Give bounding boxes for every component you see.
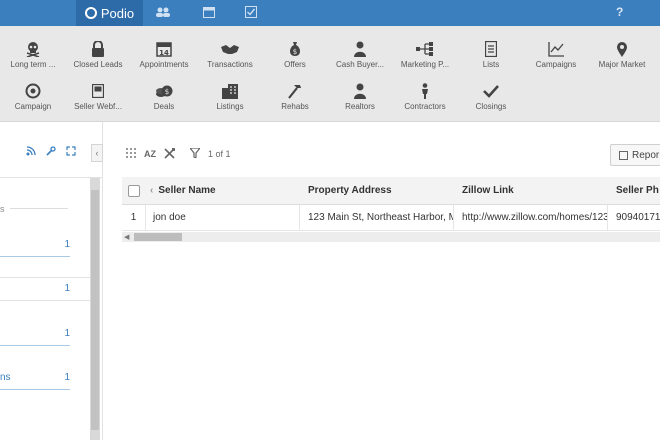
flow-icon [390, 38, 460, 60]
fullscreen-icon[interactable] [66, 146, 76, 159]
app-long-term[interactable]: Long term ... [0, 38, 68, 78]
map-pin-icon [587, 38, 657, 60]
buildings-icon [195, 80, 265, 102]
view-count: 1 [64, 283, 70, 294]
apps-toolbar: Long term ... Closed Leads 14 Appointmen… [0, 26, 660, 122]
view-underline [0, 389, 70, 390]
brand-name: Podio [100, 5, 135, 21]
scroll-left-icon[interactable]: ◀ [124, 233, 129, 241]
rss-icon[interactable] [26, 146, 36, 159]
view-toolbar: AZ 1 of 1 [126, 147, 231, 161]
help-button[interactable]: ? [616, 5, 623, 19]
view-item[interactable]: 1 [0, 239, 88, 255]
table-header: ‹ Seller Name Property Address Zillow Li… [122, 177, 660, 205]
report-button[interactable]: Repor [610, 144, 660, 166]
scrollbar-thumb[interactable] [134, 233, 182, 241]
left-panel: ‹ s 1 1 1 ns 1 [0, 122, 103, 440]
svg-text:$: $ [165, 88, 169, 96]
chevron-left-icon: ‹ [150, 185, 154, 196]
section-label: s [0, 204, 5, 214]
column-header-zillow-link[interactable]: Zillow Link [462, 177, 612, 204]
app-closings[interactable]: Closings [456, 80, 526, 120]
tasks-nav-icon[interactable] [244, 6, 258, 20]
cell-seller-phone[interactable]: 90940171 [608, 205, 660, 230]
section-divider [10, 208, 68, 209]
skull-icon [0, 38, 68, 60]
left-panel-divider [0, 177, 103, 178]
check-icon [456, 80, 526, 102]
app-lists[interactable]: Lists [456, 38, 526, 78]
app-closed-leads[interactable]: Closed Leads [63, 38, 133, 78]
app-rehabs[interactable]: Rehabs [260, 80, 330, 120]
filter-count: 1 of 1 [208, 149, 231, 159]
column-header-seller-phone[interactable]: Seller Ph [616, 177, 660, 204]
lock-icon [63, 38, 133, 60]
worker-icon [390, 80, 460, 102]
tools-icon[interactable] [164, 147, 176, 161]
handshake-icon [195, 38, 265, 60]
coins-icon: $ [129, 80, 199, 102]
view-item[interactable]: 1 [0, 328, 88, 344]
filter-icon[interactable] [188, 147, 202, 160]
target-icon [0, 80, 68, 102]
form-icon [63, 80, 133, 102]
view-item[interactable]: ns 1 [0, 372, 88, 388]
table-horizontal-scrollbar[interactable]: ◀ [122, 232, 660, 242]
app-major-market[interactable]: Major Market [587, 38, 657, 78]
cell-seller-name[interactable]: jon doe [146, 205, 300, 230]
app-campaigns[interactable]: Campaigns [521, 38, 591, 78]
grid-icon[interactable] [126, 147, 136, 161]
scrollbar-thumb[interactable] [91, 190, 99, 430]
list-icon [456, 38, 526, 60]
column-header-seller-name[interactable]: ‹ Seller Name [150, 177, 300, 204]
person-icon [325, 38, 395, 60]
app-offers[interactable]: $ Offers [260, 38, 330, 78]
view-underline [0, 345, 70, 346]
row-number: 1 [122, 205, 146, 230]
view-underline [0, 256, 70, 257]
checkbox[interactable] [128, 184, 140, 197]
report-icon [619, 150, 628, 160]
chevron-left-icon: ‹ [95, 148, 99, 158]
calendar-icon: 14 [129, 38, 199, 60]
wrench-icon[interactable] [46, 146, 56, 159]
app-realtors[interactable]: Realtors [325, 80, 395, 120]
person-icon [325, 80, 395, 102]
column-header-property-address[interactable]: Property Address [308, 177, 456, 204]
collapse-panel-button[interactable]: ‹ [91, 144, 103, 162]
svg-text:14: 14 [159, 49, 169, 57]
chart-icon [521, 38, 591, 60]
view-count: 1 [64, 328, 70, 339]
app-seller-webform[interactable]: Seller Webf... [63, 80, 133, 120]
view-count: 1 [64, 239, 70, 250]
hammer-icon [260, 80, 330, 102]
cell-zillow-link[interactable]: http://www.zillow.com/homes/123 [454, 205, 608, 230]
view-item[interactable]: 1 [0, 283, 88, 299]
podio-logo-icon [84, 7, 97, 19]
app-appointments[interactable]: 14 Appointments [129, 38, 199, 78]
sort-az-button[interactable]: AZ [144, 149, 156, 159]
calendar-nav-icon[interactable] [202, 6, 216, 20]
left-panel-scrollbar[interactable] [90, 178, 100, 440]
app-deals[interactable]: $ Deals [129, 80, 199, 120]
table-row[interactable]: 1 jon doe 123 Main St, Northeast Harbor,… [122, 205, 660, 231]
app-campaign[interactable]: Campaign [0, 80, 68, 120]
app-listings[interactable]: Listings [195, 80, 265, 120]
svg-text:$: $ [293, 48, 297, 56]
main-content: AZ 1 of 1 Repor ‹ Seller Name Property A… [104, 122, 660, 440]
money-bag-icon: $ [260, 38, 330, 60]
podio-home-button[interactable]: Podio [76, 0, 143, 26]
cell-property-address[interactable]: 123 Main St, Northeast Harbor, M [300, 205, 454, 230]
app-marketing-plans[interactable]: Marketing P... [390, 38, 460, 78]
view-count: 1 [64, 372, 70, 383]
select-all-checkbox[interactable] [128, 177, 144, 204]
contacts-icon[interactable] [156, 6, 170, 20]
app-contractors[interactable]: Contractors [390, 80, 460, 120]
top-bar: Podio ? [0, 0, 660, 26]
app-transactions[interactable]: Transactions [195, 38, 265, 78]
app-cash-buyers[interactable]: Cash Buyer... [325, 38, 395, 78]
